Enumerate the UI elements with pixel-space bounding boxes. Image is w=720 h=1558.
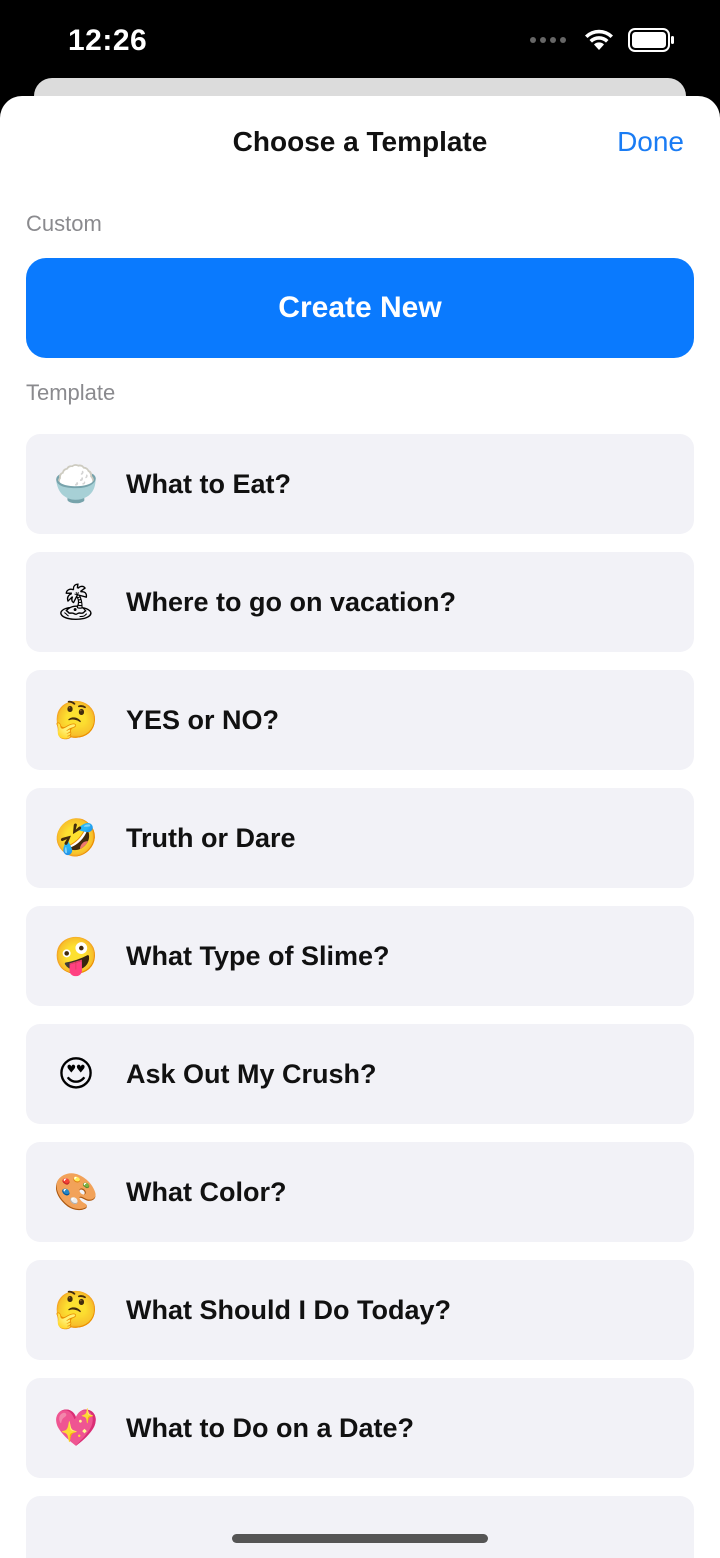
template-label: What to Do on a Date? — [126, 1412, 414, 1443]
template-item-slime[interactable]: 🤪 What Type of Slime? — [26, 906, 694, 1006]
template-item-truth-or-dare[interactable]: 🤣 Truth or Dare — [26, 788, 694, 888]
template-label: What Type of Slime? — [126, 940, 390, 971]
template-list: 🍚 What to Eat? 🏝 Where to go on vacation… — [26, 434, 694, 1558]
rice-bowl-icon: 🍚 — [53, 464, 99, 505]
status-bar: 12:26 — [0, 0, 720, 80]
sheet-title: Choose a Template — [232, 126, 488, 157]
create-new-button[interactable]: Create New — [26, 258, 694, 358]
template-sheet: Choose a Template Done Custom Create New… — [0, 96, 720, 1558]
palette-icon: 🎨 — [53, 1172, 99, 1213]
thinking-face-icon: 🤔 — [53, 700, 99, 741]
thinking-face-icon: 🤔 — [53, 1290, 99, 1331]
custom-section-label: Custom — [26, 211, 102, 236]
sparkling-heart-icon: 💖 — [53, 1408, 99, 1449]
template-item-what-to-eat[interactable]: 🍚 What to Eat? — [26, 434, 694, 534]
status-time: 12:26 — [68, 24, 148, 57]
template-label: YES or NO? — [126, 704, 280, 735]
template-label: What Should I Do Today? — [126, 1294, 451, 1325]
zany-face-icon: 🤪 — [53, 936, 99, 977]
template-item-crush[interactable]: 😍 Ask Out My Crush? — [26, 1024, 694, 1124]
template-label: Where to go on vacation? — [126, 586, 457, 617]
template-item-date[interactable]: 💖 What to Do on a Date? — [26, 1378, 694, 1478]
rolling-laughing-face-icon: 🤣 — [53, 818, 99, 859]
template-label: What to Eat? — [126, 468, 291, 499]
template-label: Ask Out My Crush? — [126, 1058, 377, 1089]
template-label: Truth or Dare — [126, 822, 296, 853]
template-item-partial[interactable] — [26, 1496, 694, 1558]
template-item-yes-or-no[interactable]: 🤔 YES or NO? — [26, 670, 694, 770]
done-button[interactable]: Done — [617, 126, 684, 158]
template-item-today[interactable]: 🤔 What Should I Do Today? — [26, 1260, 694, 1360]
sheet-header: Choose a Template Done — [0, 96, 720, 192]
wifi-icon — [585, 29, 613, 50]
template-item-color[interactable]: 🎨 What Color? — [26, 1142, 694, 1242]
home-indicator[interactable] — [232, 1534, 488, 1543]
template-section-label: Template — [26, 380, 116, 405]
battery-icon — [628, 28, 674, 52]
template-item-vacation[interactable]: 🏝 Where to go on vacation? — [26, 552, 694, 652]
island-icon: 🏝 — [53, 582, 99, 623]
template-label: What Color? — [126, 1176, 287, 1207]
status-icons — [530, 28, 676, 52]
heart-eyes-face-icon: 😍 — [57, 1053, 95, 1095]
cellular-signal-icon — [530, 37, 566, 43]
